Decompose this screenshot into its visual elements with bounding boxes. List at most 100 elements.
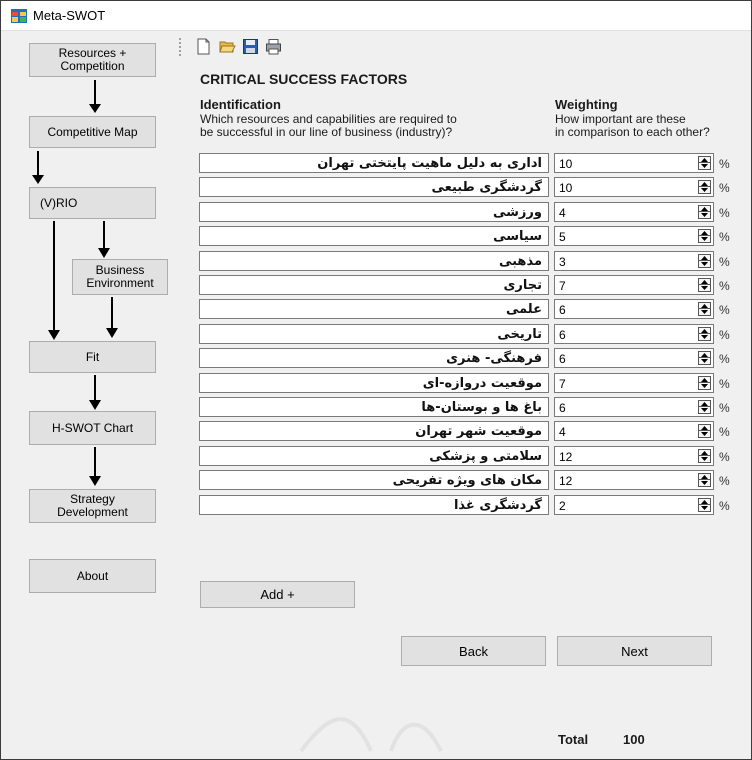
spin-down-icon[interactable]: [699, 261, 710, 267]
factor-name-input[interactable]: مذهبی: [199, 251, 549, 271]
weight-value[interactable]: 4: [559, 425, 566, 439]
weight-stepper[interactable]: 12: [554, 470, 714, 490]
weight-stepper[interactable]: 6: [554, 299, 714, 319]
percent-sign: %: [719, 279, 730, 293]
resources-competition-button[interactable]: Resources + Competition: [29, 43, 156, 77]
factor-name-input[interactable]: گردشگری طبیعی: [199, 177, 549, 197]
percent-sign: %: [719, 474, 730, 488]
weight-value[interactable]: 5: [559, 230, 566, 244]
spin-down-icon[interactable]: [699, 358, 710, 364]
weight-stepper[interactable]: 10: [554, 153, 714, 173]
spin-down-icon[interactable]: [699, 480, 710, 486]
weight-value[interactable]: 2: [559, 499, 566, 513]
competitive-map-button[interactable]: Competitive Map: [29, 116, 156, 148]
factor-name-input[interactable]: گردشگری غذا: [199, 495, 549, 515]
weight-value[interactable]: 4: [559, 206, 566, 220]
about-button[interactable]: About: [29, 559, 156, 593]
spin-down-icon[interactable]: [699, 407, 710, 413]
spinner-control: [698, 180, 711, 194]
fit-button[interactable]: Fit: [29, 341, 156, 373]
weight-value[interactable]: 10: [559, 181, 572, 195]
weight-stepper[interactable]: 7: [554, 373, 714, 393]
spinner-control: [698, 302, 711, 316]
spin-down-icon[interactable]: [699, 431, 710, 437]
weight-value[interactable]: 7: [559, 377, 566, 391]
spin-down-icon[interactable]: [699, 505, 710, 511]
weight-stepper[interactable]: 6: [554, 348, 714, 368]
weight-value[interactable]: 6: [559, 328, 566, 342]
spinner-control: [698, 473, 711, 487]
vrio-button[interactable]: (V)RIO: [29, 187, 156, 219]
spin-down-icon[interactable]: [699, 383, 710, 389]
spin-down-icon[interactable]: [699, 309, 710, 315]
weight-value[interactable]: 6: [559, 303, 566, 317]
factor-name-input[interactable]: باغ ها و بوستان-ها: [199, 397, 549, 417]
weighting-desc-line2: in comparison to each other?: [555, 125, 710, 139]
weight-value[interactable]: 10: [559, 157, 572, 171]
weight-stepper[interactable]: 5: [554, 226, 714, 246]
strategy-development-button[interactable]: Strategy Development: [29, 489, 156, 523]
competitive-map-label: Competitive Map: [47, 124, 138, 139]
weight-stepper[interactable]: 3: [554, 251, 714, 271]
page-title: CRITICAL SUCCESS FACTORS: [200, 71, 408, 87]
fit-label: Fit: [85, 349, 100, 364]
factor-name-input[interactable]: تاریخی: [199, 324, 549, 344]
h-swot-chart-button[interactable]: H-SWOT Chart: [29, 411, 156, 445]
spinner-control: [698, 229, 711, 243]
spin-down-icon[interactable]: [699, 456, 710, 462]
business-environment-button[interactable]: Business Environment: [72, 259, 168, 295]
spin-down-icon[interactable]: [699, 212, 710, 218]
factor-name-input[interactable]: موقعیت شهر تهران: [199, 421, 549, 441]
spinner-control: [698, 400, 711, 414]
spin-down-icon[interactable]: [699, 163, 710, 169]
factor-name-input[interactable]: سیاسی: [199, 226, 549, 246]
app-window: Meta-SWOT Resources + Competition Compet…: [0, 0, 752, 760]
factor-name-input[interactable]: مکان های ویژه تفریحی: [199, 470, 549, 490]
factor-name-input[interactable]: علمی: [199, 299, 549, 319]
weight-stepper[interactable]: 10: [554, 177, 714, 197]
percent-sign: %: [719, 401, 730, 415]
weight-value[interactable]: 12: [559, 474, 572, 488]
open-folder-icon[interactable]: [219, 38, 236, 55]
weight-stepper[interactable]: 12: [554, 446, 714, 466]
weight-stepper[interactable]: 2: [554, 495, 714, 515]
back-button[interactable]: Back: [401, 636, 546, 666]
factor-name-input[interactable]: تجاری: [199, 275, 549, 295]
next-button[interactable]: Next: [557, 636, 712, 666]
h-swot-chart-label: H-SWOT Chart: [51, 420, 134, 435]
new-document-icon[interactable]: [195, 38, 212, 55]
factor-name-input[interactable]: فرهنگی- هنری: [199, 348, 549, 368]
total-label: Total: [558, 732, 589, 747]
percent-sign: %: [719, 499, 730, 513]
weight-value[interactable]: 7: [559, 279, 566, 293]
weight-stepper[interactable]: 6: [554, 324, 714, 344]
spin-down-icon[interactable]: [699, 334, 710, 340]
print-icon[interactable]: [265, 38, 282, 55]
add-factor-button[interactable]: Add +: [200, 581, 355, 608]
factor-name-input[interactable]: اداری به دلیل ماهیت پایتختی تهران: [199, 153, 549, 173]
total-value: 100: [623, 732, 645, 747]
spinner-control: [698, 156, 711, 170]
spin-down-icon[interactable]: [699, 285, 710, 291]
spin-down-icon[interactable]: [699, 236, 710, 242]
weight-value[interactable]: 6: [559, 401, 566, 415]
next-label: Next: [621, 643, 648, 659]
factor-name-input[interactable]: موقعیت دروازه-ای: [199, 373, 549, 393]
weight-value[interactable]: 6: [559, 352, 566, 366]
percent-sign: %: [719, 425, 730, 439]
weight-value[interactable]: 3: [559, 255, 566, 269]
spin-down-icon[interactable]: [699, 187, 710, 193]
resources-competition-label: Resources + Competition: [58, 46, 127, 73]
weight-stepper[interactable]: 7: [554, 275, 714, 295]
factor-name-input[interactable]: ورزشی: [199, 202, 549, 222]
weight-stepper[interactable]: 6: [554, 397, 714, 417]
percent-sign: %: [719, 181, 730, 195]
spinner-control: [698, 424, 711, 438]
save-disk-icon[interactable]: [242, 38, 259, 55]
title-bar: Meta-SWOT: [1, 1, 751, 31]
weight-stepper[interactable]: 4: [554, 202, 714, 222]
weight-value[interactable]: 12: [559, 450, 572, 464]
arrow-down-icon: [98, 221, 110, 258]
weight-stepper[interactable]: 4: [554, 421, 714, 441]
factor-name-input[interactable]: سلامتی و پزشکی: [199, 446, 549, 466]
